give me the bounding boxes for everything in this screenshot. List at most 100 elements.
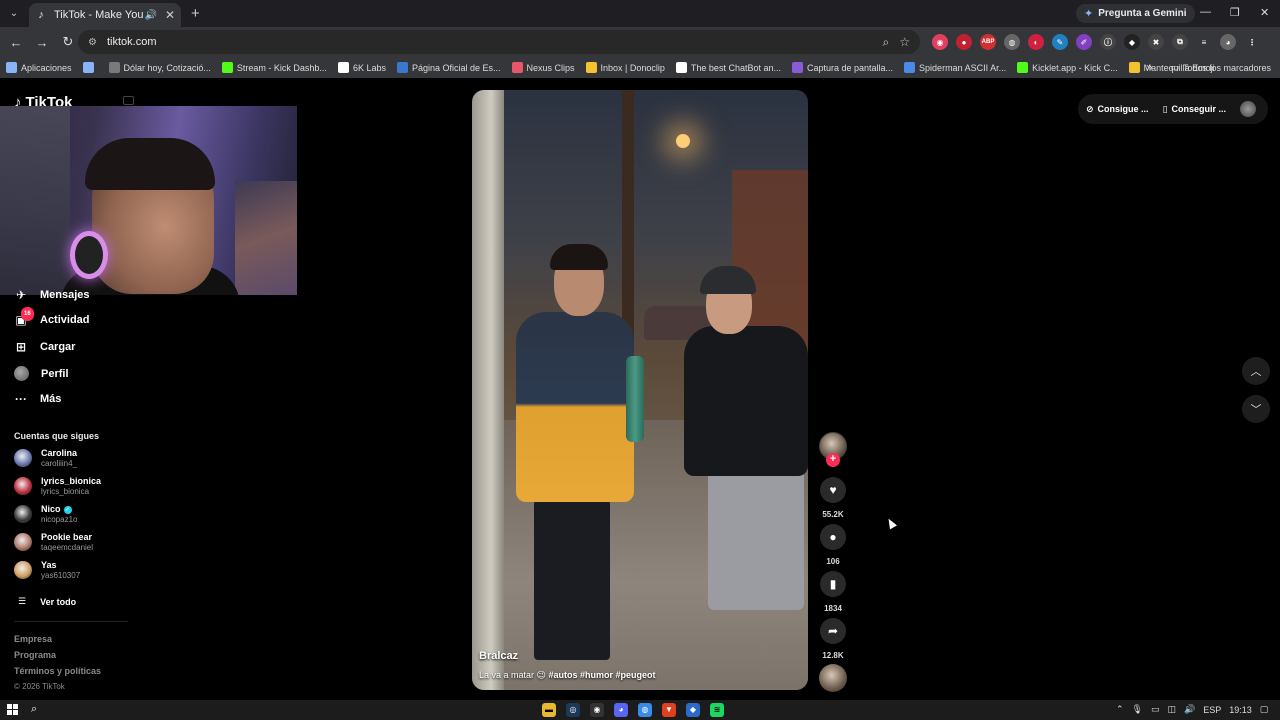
tab-tiktok[interactable]: ♪ TikTok - Make Your Day 🔊 ✕ [29,3,181,27]
footer-program[interactable]: Programa [14,650,56,660]
volume-icon[interactable]: 🔊 [1184,704,1195,715]
footer-company[interactable]: Empresa [14,634,52,644]
share-button[interactable]: ➦ [820,618,846,644]
language-indicator[interactable]: ESP [1203,705,1221,715]
following-account[interactable]: Nico ✓ nicopaz1o [14,504,77,524]
user-avatar[interactable] [1240,101,1256,117]
sound-disc-avatar[interactable] [819,664,847,692]
adblock-icon[interactable]: ABP [980,34,996,50]
bookmark-item[interactable]: Inbox | Donoclip [585,62,665,73]
bookmark-label: Página Oficial de Es... [411,62,501,73]
footer-terms[interactable]: Términos y políticas [14,666,101,676]
reading-list-icon[interactable]: ≡ [1196,34,1212,50]
discord-icon[interactable]: ◕ [614,703,628,717]
nav-profile[interactable]: Perfil [14,366,69,381]
bookmark-item[interactable]: Stream - Kick Dashb... [221,62,327,73]
spotify-icon[interactable]: ≋ [710,703,724,717]
windows-start-icon[interactable] [7,704,18,715]
bookmark-favicon-icon [396,62,408,73]
see-all-link[interactable]: ☰ Ver todo [18,596,76,607]
extensions-puzzle-icon[interactable]: ⧉ [1172,34,1188,50]
audio-playing-icon[interactable]: 🔊 [144,10,156,21]
extension-icon[interactable]: ✎ [1052,34,1068,50]
bookmark-item[interactable]: Aplicaciones [6,62,72,73]
nav-more[interactable]: ··· Más [14,392,61,406]
account-handle: caroliiin4_ [41,459,78,468]
browser-menu-icon[interactable]: ⋮ [1244,34,1260,50]
obs-icon[interactable]: ◉ [590,703,604,717]
minimize-icon[interactable]: — [1200,6,1211,18]
gemini-button[interactable]: ✦ Pregunta a Gemini [1076,4,1195,23]
url-text[interactable]: tiktok.com [107,36,883,48]
bookmark-item[interactable]: Nexus Clips [511,62,575,73]
zoom-icon[interactable]: ⌕ [883,35,890,50]
like-button[interactable]: ♥ [820,477,846,503]
search-icon[interactable]: ⌕ [31,703,37,716]
steam-icon[interactable]: ◎ [566,703,580,717]
extension-icon[interactable]: ● [956,34,972,50]
bookmark-item[interactable]: 6K Labs [337,62,386,73]
brave-icon[interactable]: ▼ [662,703,676,717]
nav-upload[interactable]: ⊞ Cargar [14,340,76,354]
app-icon[interactable]: ◆ [686,703,700,717]
following-account[interactable]: Carolina caroliiin4_ [14,448,77,468]
network-icon[interactable]: ◫ [1168,704,1177,715]
new-tab-button[interactable]: + [191,5,200,22]
extension-icon[interactable]: ◐ [1028,34,1044,50]
bookmark-favicon-icon [82,62,94,73]
more-bookmarks-icon[interactable]: » [1146,60,1153,74]
all-bookmarks-label: Todos los marcadores [1182,62,1271,73]
previous-video-button[interactable]: ︿ [1242,357,1270,385]
video-author[interactable]: Bralcaz [479,650,518,662]
file-explorer-icon[interactable]: ▬ [542,703,556,717]
display-icon[interactable]: ▭ [1151,704,1160,715]
bookmark-item[interactable]: The best ChatBot an... [675,62,781,73]
following-account[interactable]: lyrics_bionica lyrics_bionica [14,476,101,496]
forward-icon[interactable]: → [30,35,54,50]
extension-icon[interactable]: ✖ [1148,34,1164,50]
comment-button[interactable]: ● [820,524,846,550]
chrome-icon[interactable]: ◍ [638,703,652,717]
clock[interactable]: 19:13 [1229,705,1252,715]
extension-icon[interactable]: ◍ [1004,34,1020,50]
extension-icon[interactable]: ◉ [932,34,948,50]
bookmark-star-icon[interactable]: ☆ [899,35,910,49]
reload-icon[interactable]: ↻ [56,34,80,50]
all-bookmarks-folder[interactable]: ▭ Todos los marcadores [1170,62,1271,73]
microphone-icon[interactable]: 🎙 [1132,704,1143,715]
get-coins-button[interactable]: ⊘ Consigue ... [1086,104,1149,115]
extension-icon[interactable]: ✐ [1076,34,1092,50]
bookmark-item[interactable] [82,62,98,73]
close-window-icon[interactable]: ✕ [1260,6,1269,19]
tab-close-icon[interactable]: ✕ [165,8,175,22]
notifications-icon[interactable]: ▢ [1260,704,1269,715]
bookmark-item[interactable]: Kicklet.app - Kick C... [1017,62,1118,73]
extension-icon[interactable]: ⓘ [1100,34,1116,50]
bookmark-favicon-icon [791,62,803,73]
video-player[interactable]: Bralcaz La va a matar 😉 #autos #humor #p… [472,90,808,690]
follow-plus-icon[interactable]: + [826,453,840,467]
bookmark-item[interactable]: Captura de pantalla... [791,62,893,73]
caption-hashtags[interactable]: #autos #humor #peugeot [548,670,655,680]
chevron-up-icon[interactable]: ⌃ [1116,704,1124,715]
restore-icon[interactable]: ❐ [1230,6,1240,19]
get-app-button[interactable]: ▯ Conseguir ... [1163,104,1226,115]
extension-icon[interactable]: ◆ [1124,34,1140,50]
nav-activity[interactable]: ▣ 16 Actividad [14,307,90,327]
sidebar-collapse-icon[interactable] [123,96,134,105]
bookmark-item[interactable]: Dólar hoy, Cotizació... [108,62,211,73]
tab-search-menu-icon[interactable]: ⌄ [3,4,25,24]
nav-messages[interactable]: ✈ Mensajes [14,288,90,302]
site-info-icon[interactable]: ⚙ [88,37,97,48]
address-bar[interactable]: ⚙ tiktok.com ⌕ ☆ [78,30,920,54]
back-icon[interactable]: ← [4,35,28,50]
following-account[interactable]: Pookie bear taqeemcdaniel [14,532,93,552]
profile-avatar[interactable]: ◕ [1220,34,1236,50]
following-account[interactable]: Yas yas610307 [14,560,80,580]
bookmark-label: Spiderman ASCII Ar... [919,62,1007,73]
bookmark-item[interactable]: Página Oficial de Es... [396,62,501,73]
save-button[interactable]: ▮ [820,571,846,597]
next-video-button[interactable]: ﹀ [1242,395,1270,423]
bookmark-item[interactable]: Spiderman ASCII Ar... [904,62,1006,73]
comment-count: 106 [826,557,840,566]
